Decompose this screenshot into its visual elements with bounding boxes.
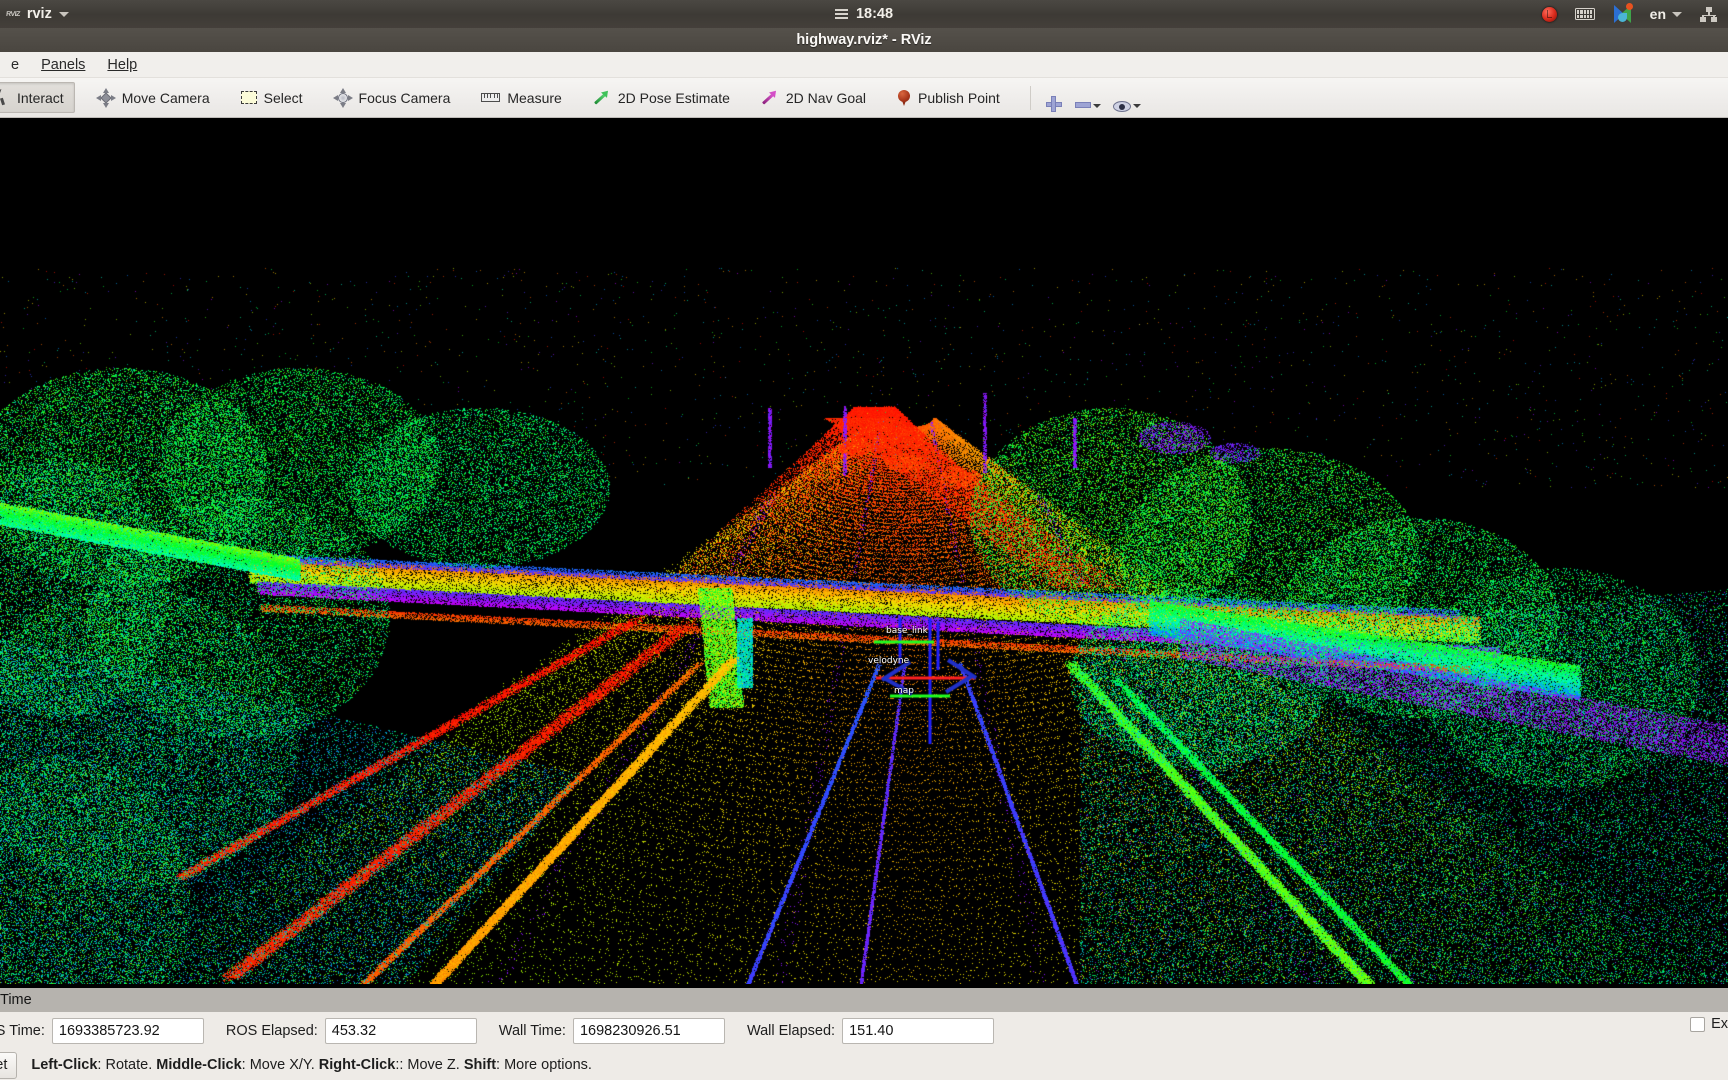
time-panel-title-label: Time bbox=[0, 992, 32, 1008]
status-hint-segment: : Move X/Y. bbox=[241, 1057, 319, 1073]
tool-move-camera[interactable]: Move Camera bbox=[86, 82, 221, 113]
ros-time-label: ROS Time: bbox=[0, 1023, 45, 1039]
chevron-down-icon bbox=[1672, 11, 1682, 17]
app-indicator-rviz[interactable]: RVIZ rviz bbox=[0, 0, 79, 28]
tool-move-camera-label: Move Camera bbox=[121, 89, 210, 106]
render-viewport-3d[interactable]: base_link velodyne map bbox=[0, 118, 1728, 984]
reset-button[interactable]: set bbox=[0, 1051, 18, 1079]
status-hint-segment: Middle-Click bbox=[156, 1057, 242, 1073]
tray-record-indicator[interactable] bbox=[1533, 0, 1566, 28]
app-indicator-label: rviz bbox=[26, 6, 52, 22]
window-titlebar: highway.rviz* - RViz bbox=[0, 28, 1728, 52]
ros-elapsed-field[interactable]: 453.32 bbox=[324, 1018, 477, 1044]
tool-2d-nav-goal[interactable]: 2D Nav Goal bbox=[750, 82, 877, 113]
tray-bluetooth-indicator[interactable] bbox=[1604, 0, 1641, 28]
menu-panels-label: Panels bbox=[41, 56, 86, 73]
keyboard-icon bbox=[1574, 8, 1595, 20]
system-tray: en bbox=[1533, 0, 1728, 28]
remove-tool-minus-icon bbox=[1074, 102, 1091, 108]
wall-elapsed-field[interactable]: 151.40 bbox=[842, 1018, 995, 1044]
experimental-checkbox[interactable]: Ex bbox=[1690, 1016, 1728, 1032]
tool-focus-camera-label: Focus Camera bbox=[358, 89, 451, 106]
chevron-down-icon bbox=[58, 11, 69, 17]
rviz-logo-icon: RVIZ bbox=[5, 10, 21, 18]
tool-publish-point-label: Publish Point bbox=[918, 89, 1000, 106]
tool-measure-label: Measure bbox=[507, 89, 562, 106]
wall-time-label: Wall Time: bbox=[498, 1023, 566, 1039]
ros-time-field[interactable]: 1693385723.92 bbox=[51, 1018, 204, 1044]
status-hint-segment: : Rotate. bbox=[97, 1057, 157, 1073]
wall-elapsed-label: Wall Elapsed: bbox=[746, 1023, 836, 1039]
remove-tool-button[interactable] bbox=[1069, 82, 1107, 113]
bluetooth-icon bbox=[1613, 2, 1633, 24]
tool-2d-nav-goal-label: 2D Nav Goal bbox=[785, 89, 867, 106]
ros-elapsed-label: ROS Elapsed: bbox=[225, 1023, 318, 1039]
tool-visibility-button[interactable] bbox=[1107, 82, 1147, 113]
menubar: e Panels Help bbox=[0, 52, 1728, 78]
tray-keyboard-indicator[interactable] bbox=[1566, 0, 1604, 28]
menu-help[interactable]: Help bbox=[96, 53, 148, 77]
tray-keyboard-layout[interactable]: en bbox=[1641, 0, 1691, 28]
window-title: highway.rviz* - RViz bbox=[796, 32, 932, 48]
menu-panels[interactable]: Panels bbox=[30, 53, 96, 77]
tool-interact-label: Interact bbox=[17, 89, 64, 106]
measure-ruler-icon bbox=[481, 93, 501, 102]
status-hint-text: Left-Click: Rotate. Middle-Click: Move X… bbox=[31, 1057, 592, 1073]
record-dot-icon bbox=[1541, 6, 1557, 22]
status-hint-segment: :: Move Z. bbox=[395, 1057, 464, 1073]
status-hint-segment: Left-Click bbox=[31, 1057, 98, 1073]
status-hint-segment: : More options. bbox=[496, 1057, 592, 1073]
tray-network-indicator[interactable] bbox=[1691, 0, 1726, 28]
menu-help-label: Help bbox=[107, 56, 138, 73]
chevron-down-icon bbox=[1132, 104, 1141, 108]
focus-camera-icon bbox=[332, 87, 353, 108]
time-panel-titlebar: Time bbox=[0, 988, 1728, 1012]
desktop-top-panel: RVIZ rviz 18:48 en bbox=[0, 0, 1728, 28]
tool-publish-point[interactable]: Publish Point bbox=[886, 82, 1011, 113]
status-hint-segment: Shift bbox=[463, 1057, 497, 1073]
point-cloud-canvas[interactable] bbox=[0, 118, 1728, 984]
time-panel-fields: ROS Time: 1693385723.92 ROS Elapsed: 453… bbox=[0, 1012, 1728, 1050]
tool-interact[interactable]: Interact bbox=[0, 82, 75, 113]
hamburger-icon bbox=[834, 9, 848, 19]
tools-toolbar: Interact Move Camera Select Focus Camera… bbox=[0, 78, 1728, 118]
pose-estimate-arrow-icon bbox=[593, 90, 611, 106]
interact-cursor-icon bbox=[0, 89, 10, 106]
desktop-clock: 18:48 bbox=[0, 0, 1728, 28]
tool-2d-pose-estimate[interactable]: 2D Pose Estimate bbox=[582, 82, 741, 113]
nav-goal-arrow-icon bbox=[761, 90, 779, 106]
keyboard-layout-label: en bbox=[1649, 6, 1666, 22]
clock-label: 18:48 bbox=[855, 6, 894, 22]
menu-file-label: e bbox=[11, 56, 20, 73]
add-tool-plus-icon bbox=[1045, 95, 1063, 113]
menu-file[interactable]: e bbox=[0, 53, 30, 77]
tool-select[interactable]: Select bbox=[230, 82, 314, 113]
network-icon bbox=[1700, 6, 1717, 22]
tool-visibility-eye-icon bbox=[1112, 100, 1131, 113]
experimental-checkbox-label: Ex bbox=[1711, 1016, 1728, 1032]
toolbar-separator bbox=[1029, 85, 1031, 110]
tool-select-label: Select bbox=[263, 89, 303, 106]
add-tool-button[interactable] bbox=[1039, 82, 1069, 113]
notification-badge-icon bbox=[1625, 2, 1633, 10]
tool-measure[interactable]: Measure bbox=[470, 82, 572, 113]
status-bar: set Left-Click: Rotate. Middle-Click: Mo… bbox=[0, 1050, 1728, 1080]
tool-2d-pose-estimate-label: 2D Pose Estimate bbox=[617, 89, 730, 106]
tool-focus-camera[interactable]: Focus Camera bbox=[323, 82, 462, 113]
move-camera-icon bbox=[95, 87, 116, 108]
publish-point-pin-icon bbox=[897, 89, 911, 107]
checkbox-box-icon[interactable] bbox=[1690, 1016, 1706, 1032]
chevron-down-icon bbox=[1092, 104, 1101, 108]
select-rectangle-icon bbox=[240, 91, 257, 104]
status-hint-segment: Right-Click bbox=[318, 1057, 396, 1073]
wall-time-field[interactable]: 1698230926.51 bbox=[572, 1018, 725, 1044]
